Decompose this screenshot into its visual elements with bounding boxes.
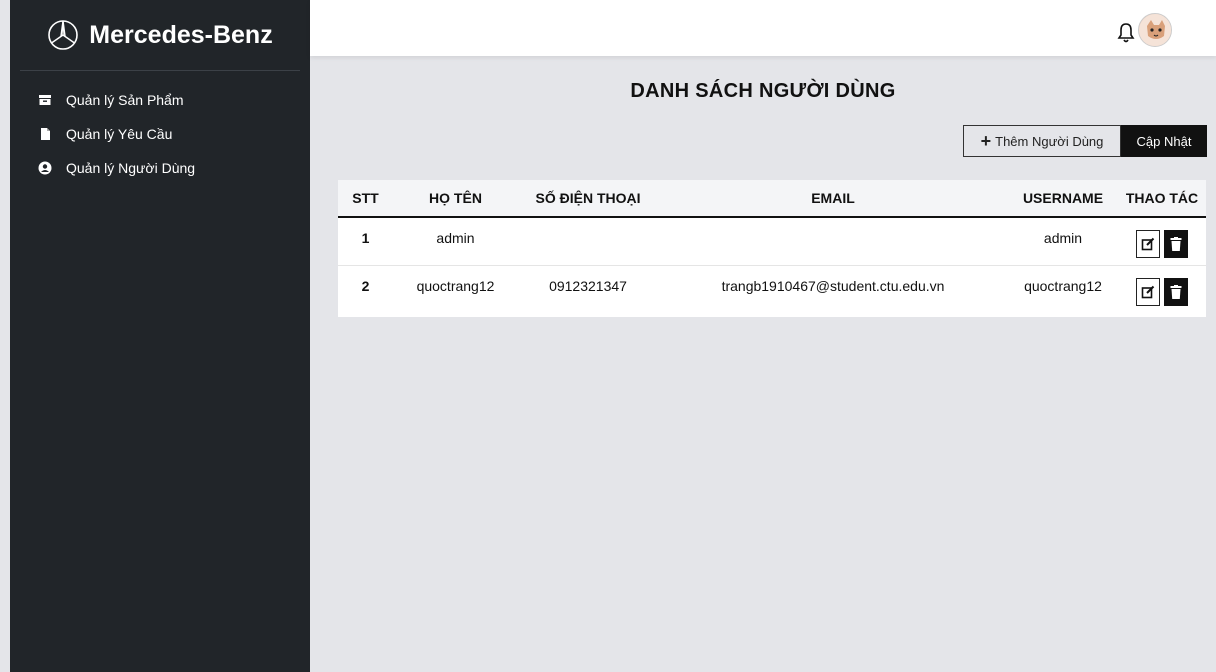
column-header-phone: SỐ ĐIỆN THOẠI (518, 180, 658, 218)
table-row: 1 admin admin (338, 217, 1206, 266)
table-header-row: STT HỌ TÊN SỐ ĐIỆN THOẠI EMAIL USERNAME … (338, 180, 1206, 218)
sidebar: Mercedes-Benz Quản lý Sản Phẩm Quản lý Y… (10, 0, 310, 672)
cell-phone (518, 217, 658, 266)
cell-name: admin (393, 217, 518, 266)
cell-email (658, 217, 1008, 266)
bell-icon[interactable] (1116, 22, 1136, 44)
users-table: STT HỌ TÊN SỐ ĐIỆN THOẠI EMAIL USERNAME … (338, 180, 1206, 317)
cell-username: admin (1008, 217, 1118, 266)
update-button[interactable]: Cập Nhật (1121, 125, 1207, 157)
cell-email: trangb1910467@student.ctu.edu.vn (721, 277, 945, 294)
cell-stt: 1 (338, 217, 393, 266)
edit-icon[interactable] (1136, 277, 1160, 306)
cell-username: quoctrang12 (1024, 277, 1102, 294)
column-header-username: USERNAME (1008, 180, 1118, 218)
table-row: 2 quoctrang12 0912321347 trangb1910467@s… (338, 265, 1206, 317)
sidebar-item-label: Quản lý Người Dùng (66, 160, 196, 176)
sidebar-item-products[interactable]: Quản lý Sản Phẩm (10, 83, 310, 117)
brand[interactable]: Mercedes-Benz (20, 0, 300, 71)
edit-icon[interactable] (1136, 230, 1160, 258)
cell-stt: 2 (361, 277, 370, 294)
plus-icon: + (980, 130, 992, 151)
cell-phone: 0912321347 (549, 277, 627, 294)
cell-actions (1118, 265, 1206, 317)
sidebar-item-label: Quản lý Yêu Cầu (66, 126, 173, 142)
column-header-name: HỌ TÊN (393, 180, 518, 218)
trash-icon[interactable] (1164, 277, 1188, 306)
box-icon (38, 93, 52, 107)
add-user-button[interactable]: + Thêm Người Dùng (963, 125, 1121, 157)
sidebar-item-label: Quản lý Sản Phẩm (66, 92, 184, 108)
sidebar-item-users[interactable]: Quản lý Người Dùng (10, 151, 310, 185)
column-header-stt: STT (338, 180, 393, 218)
column-header-email: EMAIL (658, 180, 1008, 218)
user-circle-icon (38, 161, 52, 175)
cell-actions (1118, 217, 1206, 266)
trash-icon[interactable] (1164, 230, 1188, 258)
avatar[interactable] (1138, 13, 1172, 47)
file-icon (38, 127, 52, 141)
column-header-actions: THAO TÁC (1118, 180, 1206, 218)
sidebar-item-requests[interactable]: Quản lý Yêu Cầu (10, 117, 310, 151)
topbar (310, 0, 1216, 56)
brand-name: Mercedes-Benz (89, 20, 273, 49)
mercedes-star-icon (47, 19, 79, 51)
add-user-label: Thêm Người Dùng (995, 133, 1104, 149)
page-title: DANH SÁCH NGƯỜI DÙNG (630, 80, 896, 102)
sidebar-nav: Quản lý Sản Phẩm Quản lý Yêu Cầu Quản lý… (10, 83, 310, 185)
cell-name: quoctrang12 (416, 277, 495, 294)
